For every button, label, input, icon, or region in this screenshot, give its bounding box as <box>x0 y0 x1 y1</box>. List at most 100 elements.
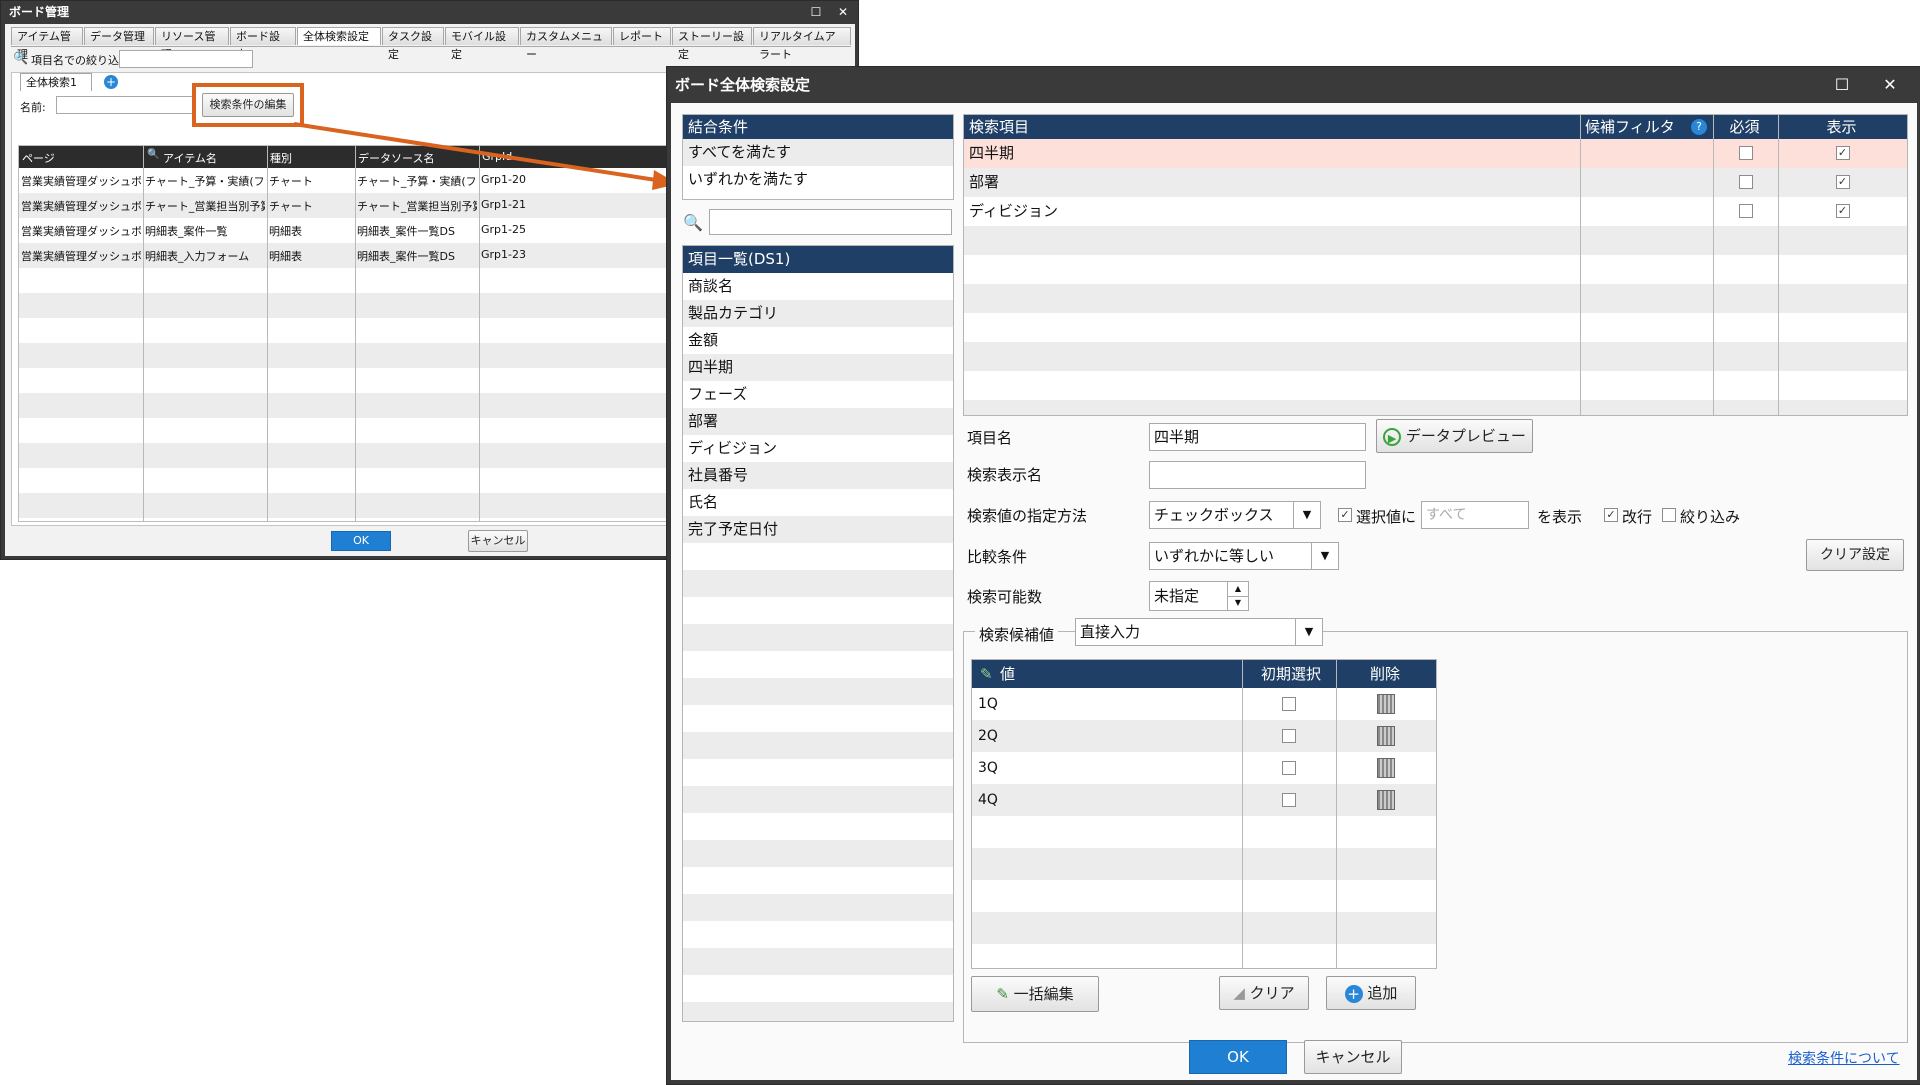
method-label: 検索値の指定方法 <box>967 507 1088 525</box>
method-value: チェックボックス <box>1154 506 1274 524</box>
item-name-input[interactable]: 四半期 <box>1149 423 1366 451</box>
add-label: 追加 <box>1367 984 1398 1002</box>
clear-settings-button[interactable]: クリア設定 <box>1806 539 1904 571</box>
compare-select[interactable]: いずれかに等しい ▼ <box>1149 542 1339 570</box>
required-checkbox[interactable] <box>1738 146 1753 160</box>
join-option-all[interactable]: すべてを満たす <box>683 139 953 166</box>
values-table-column-header: 削除 <box>1370 665 1401 683</box>
item-search-icon: 🔍 <box>683 213 703 232</box>
search-table-header: 検索項目 候補フィルタ 必須 表示? <box>964 115 1907 139</box>
candidates-dropdown-icon: ▼ <box>1295 619 1322 645</box>
select-value-checkbox[interactable]: ✓ <box>1338 508 1352 522</box>
search-table-column-header: 検索項目 <box>969 118 1030 136</box>
add-icon: + <box>1344 984 1363 1003</box>
shown-checkbox[interactable]: ✓ <box>1835 204 1850 218</box>
initial-select-checkbox[interactable] <box>1282 729 1296 743</box>
compare-dropdown-icon: ▼ <box>1311 543 1338 569</box>
compare-value: いずれかに等しい <box>1154 547 1275 565</box>
trash-icon[interactable] <box>1377 758 1395 778</box>
initial-select-checkbox[interactable] <box>1282 761 1296 775</box>
list-item <box>683 1002 953 1021</box>
candidate-value: 1Q <box>978 696 998 712</box>
item-list-header: 項目一覧(DS1) <box>683 246 953 273</box>
dialog-titlebar: ボード全体検索設定 ☐ ✕ <box>667 67 1920 103</box>
search-item-name: 四半期 <box>969 144 1015 162</box>
bulk-edit-label: 一括編集 <box>1013 985 1074 1003</box>
list-item[interactable]: 金額 <box>683 327 953 354</box>
dialog-cancel-button[interactable]: キャンセル <box>1304 1040 1402 1074</box>
list-item[interactable]: 氏名 <box>683 489 953 516</box>
method-dropdown-icon: ▼ <box>1293 502 1320 528</box>
join-option-any[interactable]: いずれかを満たす <box>683 166 953 193</box>
initial-select-checkbox[interactable] <box>1282 697 1296 711</box>
search-table-column-header: 表示 <box>1826 118 1857 136</box>
help-icon[interactable]: ? <box>1691 119 1707 135</box>
list-item <box>683 651 953 678</box>
list-item[interactable]: ディビジョン <box>683 435 953 462</box>
list-item[interactable]: 社員番号 <box>683 462 953 489</box>
search-table-row[interactable]: 四半期 ✓ <box>964 139 1907 168</box>
search-table-row <box>964 371 1907 400</box>
list-item <box>683 948 953 975</box>
method-select[interactable]: チェックボックス ▼ <box>1149 501 1321 529</box>
spinner-up-icon[interactable]: ▲ <box>1227 582 1248 597</box>
display-name-input[interactable] <box>1149 461 1366 489</box>
add-button[interactable]: + 追加 <box>1326 976 1416 1010</box>
trash-icon[interactable] <box>1377 694 1395 714</box>
list-item <box>683 543 953 570</box>
data-preview-label: データプレビュー <box>1405 427 1526 445</box>
trash-icon[interactable] <box>1377 790 1395 810</box>
count-label: 検索可能数 <box>967 588 1043 606</box>
search-settings-dialog: ボード全体検索設定 ☐ ✕ 結合条件 すべてを満たす いずれかを満たす 🔍 項目… <box>666 66 1920 1085</box>
list-item[interactable]: 四半期 <box>683 354 953 381</box>
count-value: 未指定 <box>1154 587 1200 605</box>
dialog-close-icon[interactable]: ✕ <box>1875 67 1905 103</box>
newline-checkbox[interactable]: ✓ <box>1604 508 1618 522</box>
initial-select-checkbox[interactable] <box>1282 793 1296 807</box>
data-preview-button[interactable]: ▶ データプレビュー <box>1376 419 1533 453</box>
values-table-row[interactable]: 2Q <box>972 720 1436 752</box>
list-item[interactable]: 商談名 <box>683 273 953 300</box>
values-table-row <box>972 880 1436 912</box>
select-value-input[interactable]: すべて <box>1421 501 1529 529</box>
list-item[interactable]: 製品カテゴリ <box>683 300 953 327</box>
shown-checkbox[interactable]: ✓ <box>1835 146 1850 160</box>
values-table-row[interactable]: 3Q <box>972 752 1436 784</box>
shown-checkbox[interactable]: ✓ <box>1835 175 1850 189</box>
help-link[interactable]: 検索条件について <box>1788 1048 1900 1068</box>
values-table-row <box>972 848 1436 880</box>
list-item <box>683 894 953 921</box>
clear-button[interactable]: ◢ クリア <box>1219 976 1309 1010</box>
item-search-input[interactable] <box>709 209 952 235</box>
candidates-select[interactable]: 直接入力 ▼ <box>1075 618 1323 646</box>
list-item[interactable]: 完了予定日付 <box>683 516 953 543</box>
values-table-row[interactable]: 4Q <box>972 784 1436 816</box>
candidate-value: 2Q <box>978 728 998 744</box>
dialog-maximize-icon[interactable]: ☐ <box>1827 67 1857 103</box>
count-spinner[interactable]: 未指定 ▲ ▼ <box>1149 581 1249 611</box>
dialog-ok-button[interactable]: OK <box>1189 1040 1287 1074</box>
join-conditions-panel: 結合条件 すべてを満たす いずれかを満たす <box>682 114 954 200</box>
bulk-edit-button[interactable]: ✎ 一括編集 <box>971 976 1099 1012</box>
list-item[interactable]: フェーズ <box>683 381 953 408</box>
search-table-row <box>964 313 1907 342</box>
candidates-value: 直接入力 <box>1080 623 1141 641</box>
display-name-label: 検索表示名 <box>967 466 1043 484</box>
required-checkbox[interactable] <box>1738 175 1753 189</box>
values-table-row[interactable]: 1Q <box>972 688 1436 720</box>
search-table-row[interactable]: ディビジョン ✓ <box>964 197 1907 226</box>
list-item <box>683 813 953 840</box>
trash-icon[interactable] <box>1377 726 1395 746</box>
list-item <box>683 759 953 786</box>
search-table-row <box>964 255 1907 284</box>
list-item[interactable]: 部署 <box>683 408 953 435</box>
display-suffix-label: を表示 <box>1537 508 1583 526</box>
select-value-placeholder: すべて <box>1426 507 1467 523</box>
spinner-down-icon[interactable]: ▼ <box>1227 596 1248 610</box>
values-table-row <box>972 816 1436 848</box>
value-pencil-icon: ✎ <box>980 665 993 683</box>
search-table-row[interactable]: 部署 ✓ <box>964 168 1907 197</box>
required-checkbox[interactable] <box>1738 204 1753 218</box>
clear-label: クリア <box>1249 984 1295 1002</box>
narrow-checkbox[interactable] <box>1662 508 1676 522</box>
